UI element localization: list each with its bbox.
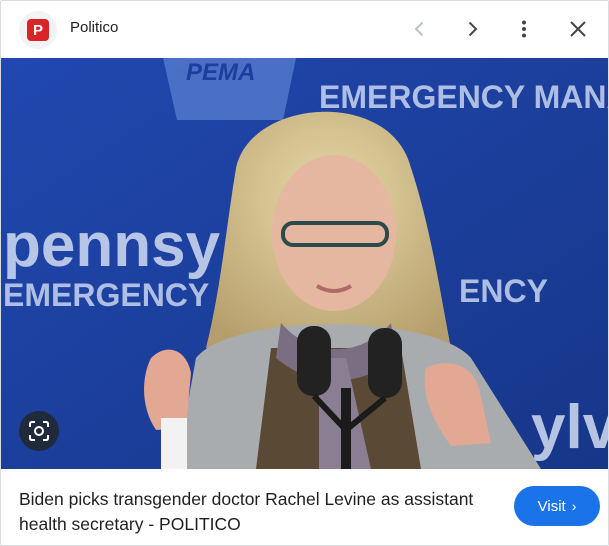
visit-button[interactable]: Visit › xyxy=(514,486,600,526)
table-prop xyxy=(161,418,187,469)
backdrop-text-ency: ENCY xyxy=(459,273,548,309)
face-shape xyxy=(272,155,396,311)
backdrop-text-emergency-top: EMERGENCY MANA xyxy=(319,79,608,115)
lens-search-button[interactable] xyxy=(19,411,59,451)
politico-logo: P xyxy=(27,19,49,41)
backdrop-text-pennsy: pennsy xyxy=(3,211,221,280)
visit-button-label: Visit xyxy=(537,497,566,515)
backdrop-text-emergency: EMERGENCY xyxy=(3,277,209,313)
previous-button[interactable] xyxy=(404,13,436,45)
more-options-button[interactable] xyxy=(508,13,540,45)
left-hand xyxy=(144,349,191,430)
source-name[interactable]: Politico xyxy=(70,19,118,36)
mic-left xyxy=(297,326,331,396)
chevron-right-icon xyxy=(468,21,478,37)
site-favicon[interactable]: P xyxy=(19,11,57,49)
result-caption[interactable]: Biden picks transgender doctor Rachel Le… xyxy=(19,487,489,537)
chevron-right-small-icon: › xyxy=(571,498,577,514)
press-conference-photo: PEMA EMERGENCY MANA pennsy EMERGENCY ENC… xyxy=(1,58,608,469)
preview-header: P Politico xyxy=(1,1,608,57)
lens-search-icon xyxy=(29,421,49,441)
next-button[interactable] xyxy=(456,13,488,45)
backdrop-text-pema: PEMA xyxy=(186,59,255,86)
image-preview-panel: P Politico PEMA EMERGENCY MANA pennsy EM… xyxy=(0,0,609,546)
more-vert-icon xyxy=(522,20,526,38)
backdrop-text-ylv: ylv xyxy=(531,393,608,462)
close-button[interactable] xyxy=(562,13,594,45)
mic-right xyxy=(368,328,402,398)
chevron-left-icon xyxy=(414,21,424,37)
close-icon xyxy=(570,21,586,37)
preview-image[interactable]: PEMA EMERGENCY MANA pennsy EMERGENCY ENC… xyxy=(1,58,608,469)
